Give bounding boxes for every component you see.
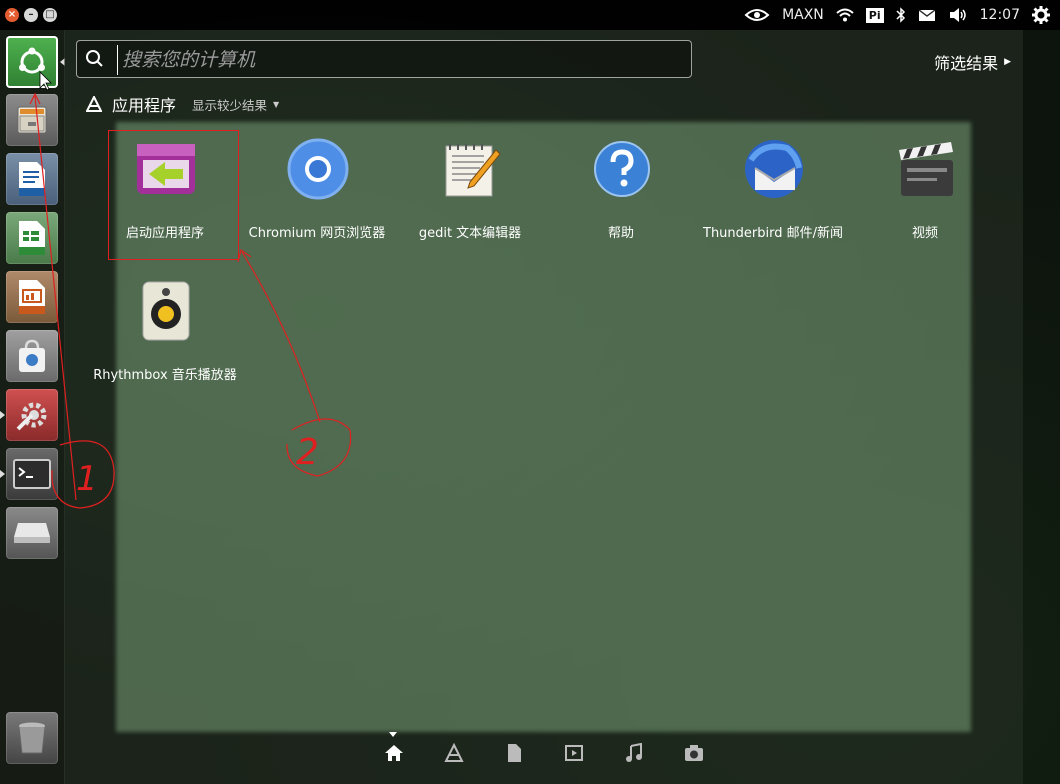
bluetooth-icon[interactable] xyxy=(896,7,906,23)
launcher-writer[interactable] xyxy=(6,153,58,205)
lens-pointer xyxy=(389,732,397,737)
clock[interactable]: 12:07 xyxy=(980,7,1020,23)
terminal-icon xyxy=(13,459,51,489)
trash-icon xyxy=(18,722,46,754)
apps-category-icon xyxy=(86,96,102,112)
gear-icon[interactable] xyxy=(1032,6,1050,24)
launcher-files[interactable] xyxy=(6,94,58,146)
app-tile-videos[interactable]: 视频 xyxy=(853,130,997,260)
chromium-icon xyxy=(287,138,349,200)
running-indicator xyxy=(0,470,5,478)
nvidia-mode-label[interactable]: MAXN xyxy=(782,7,824,23)
home-lens-icon[interactable] xyxy=(384,743,404,763)
launcher-terminal[interactable] xyxy=(6,448,58,500)
running-indicator xyxy=(0,411,5,419)
drive-icon xyxy=(14,523,50,543)
video-clapper-icon xyxy=(899,142,953,196)
launcher-drive[interactable] xyxy=(6,507,58,559)
shopping-bag-icon xyxy=(19,339,45,372)
files-lens-icon[interactable] xyxy=(504,743,524,763)
category-title: 应用程序 xyxy=(112,96,177,115)
search-box[interactable] xyxy=(76,40,692,78)
close-button[interactable]: × xyxy=(5,8,19,22)
wifi-icon[interactable] xyxy=(836,8,854,22)
show-fewer-results-label: 显示较少结果 xyxy=(192,97,268,113)
app-label: gedit 文本编辑器 xyxy=(418,226,522,241)
minimize-button[interactable]: – xyxy=(24,8,38,22)
apps-lens-icon[interactable] xyxy=(444,743,464,763)
show-fewer-results-button[interactable]: 显示较少结果 ▼ xyxy=(192,95,279,114)
launcher-calc[interactable] xyxy=(6,212,58,264)
video-lens-icon[interactable] xyxy=(564,743,584,763)
app-tile-chromium[interactable]: Chromium 网页浏览器 xyxy=(245,130,389,260)
app-label: Thunderbird 邮件/新闻 xyxy=(703,226,843,241)
volume-icon[interactable] xyxy=(948,7,968,23)
annotation-highlight-box xyxy=(108,130,239,260)
nvidia-icon[interactable] xyxy=(744,7,770,23)
chevron-down-icon: ▼ xyxy=(273,99,280,109)
music-lens-icon[interactable] xyxy=(624,743,644,763)
launcher-settings[interactable] xyxy=(6,389,58,441)
indicator-area: MAXN Pi 12:07 xyxy=(744,0,1050,30)
mail-icon[interactable] xyxy=(918,8,936,22)
top-panel: × – □ MAXN Pi 12:07 xyxy=(0,0,1060,30)
search-input[interactable] xyxy=(117,45,684,75)
chevron-right-icon: ▶ xyxy=(1004,57,1011,67)
app-label: 帮助 xyxy=(607,226,634,241)
photo-lens-icon[interactable] xyxy=(684,743,704,763)
app-label: Rhythmbox 音乐播放器 xyxy=(93,368,237,383)
pi-indicator-icon[interactable]: Pi xyxy=(865,7,884,23)
launcher xyxy=(0,30,65,784)
document-icon xyxy=(19,162,45,196)
launcher-impress[interactable] xyxy=(6,271,58,323)
search-icon xyxy=(86,50,103,67)
help-icon xyxy=(594,141,650,197)
app-tile-rhythmbox[interactable]: Rhythmbox 音乐播放器 xyxy=(93,272,237,402)
text-editor-icon xyxy=(445,144,501,197)
app-tile-thunderbird[interactable]: Thunderbird 邮件/新闻 xyxy=(701,130,845,260)
app-label: Chromium 网页浏览器 xyxy=(248,226,386,241)
maximize-button[interactable]: □ xyxy=(43,8,57,22)
launcher-dash-home[interactable] xyxy=(6,36,58,88)
app-tile-gedit[interactable]: gedit 文本编辑器 xyxy=(398,130,542,260)
lens-bar xyxy=(384,740,704,766)
filter-results-button[interactable]: 筛选结果 ▶ xyxy=(934,50,1011,74)
speaker-icon xyxy=(142,281,190,341)
app-label: 视频 xyxy=(911,226,938,241)
presentation-icon xyxy=(19,280,45,314)
app-tile-help[interactable]: 帮助 xyxy=(549,130,693,260)
file-cabinet-icon xyxy=(17,106,47,134)
spreadsheet-icon xyxy=(19,221,45,255)
window-controls: × – □ xyxy=(5,8,57,22)
launcher-software[interactable] xyxy=(6,330,58,382)
wrench-gear-icon xyxy=(16,402,47,431)
filter-results-label: 筛选结果 xyxy=(934,54,999,73)
launcher-trash[interactable] xyxy=(6,712,58,764)
thunderbird-icon xyxy=(745,140,803,198)
ubuntu-logo-icon xyxy=(19,47,45,74)
category-header: 应用程序 显示较少结果 ▼ xyxy=(86,92,279,116)
